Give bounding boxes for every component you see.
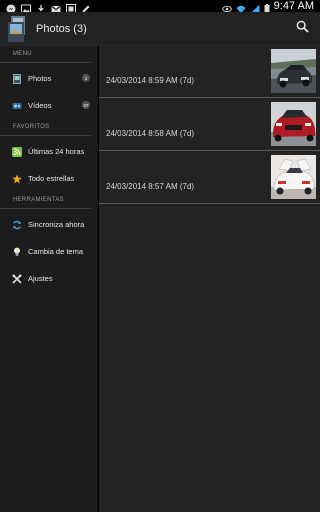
section-header-favoritos: FAVORITOS [0, 119, 91, 136]
gmail-icon [51, 1, 61, 13]
drawer-item-label: Sincroniza ahora [28, 220, 85, 229]
list-item[interactable]: 24/03/2014 8:59 AM (7d) [99, 46, 320, 98]
drawer-item-label: Vídeos [28, 101, 52, 110]
count-badge: 1 [82, 74, 90, 82]
drawer-item-settings[interactable]: Ajustes [0, 265, 97, 292]
section-header-herramientas: HERRAMIENTAS [0, 192, 91, 209]
search-icon [296, 20, 309, 38]
messenger-icon [6, 1, 16, 14]
drawer-item-photos[interactable]: Photos 1 [0, 65, 97, 92]
sync-icon [12, 220, 22, 230]
videos-icon [12, 101, 22, 111]
photo-date: 24/03/2014 8:57 AM (7d) [106, 182, 195, 191]
photos-icon [12, 73, 22, 84]
image-icon [21, 1, 31, 14]
drawer-item-label: Últimas 24 horas [28, 147, 85, 156]
gallery-icon [66, 1, 76, 14]
app-icon[interactable] [8, 15, 28, 42]
section-header-menu: MENU [0, 46, 91, 63]
tools-icon [12, 273, 22, 284]
lightbulb-icon [12, 247, 22, 257]
drawer-item-all-starred[interactable]: Todo estrellas [0, 165, 97, 192]
drawer-item-label: Photos [28, 74, 52, 83]
navigation-drawer: MENU Photos 1 Vídeos 27 FAVORITOS Última… [0, 46, 98, 512]
drawer-item-sync-now[interactable]: Sincroniza ahora [0, 211, 97, 238]
car-red-thumbnail[interactable] [271, 102, 316, 146]
drawer-item-label: Cambia de tema [28, 247, 84, 256]
drawer-item-label: Ajustes [28, 274, 53, 283]
list-item[interactable]: 24/03/2014 8:58 AM (7d) [99, 99, 320, 151]
drawer-item-change-theme[interactable]: Cambia de tema [0, 238, 97, 265]
action-bar: Photos (3) [0, 12, 320, 46]
wifi-icon [236, 1, 246, 14]
rss-icon [12, 146, 22, 157]
battery-icon [264, 1, 270, 14]
drawer-item-last-24-hours[interactable]: Últimas 24 horas [0, 138, 97, 165]
drawer-item-label: Todo estrellas [28, 174, 75, 183]
car-white-thumbnail[interactable] [271, 155, 316, 199]
clock: 9:47 AM [273, 0, 314, 12]
signal-icon [250, 1, 260, 14]
list-item[interactable]: 24/03/2014 8:57 AM (7d) [99, 152, 320, 204]
eye-icon [221, 1, 232, 13]
photo-list: 24/03/2014 8:59 AM (7d) 24/03/2014 8:58 … [99, 46, 320, 512]
count-badge: 27 [82, 101, 90, 109]
drawer-item-videos[interactable]: Vídeos 27 [0, 92, 97, 119]
search-button[interactable] [294, 20, 310, 38]
car-gray-thumbnail[interactable] [271, 49, 316, 93]
status-bar: 9:47 AM [0, 0, 320, 14]
star-icon [12, 174, 22, 184]
photo-date: 24/03/2014 8:59 AM (7d) [106, 76, 195, 85]
page-title: Photos (3) [36, 22, 87, 35]
photo-date: 24/03/2014 8:58 AM (7d) [106, 129, 195, 138]
download-icon [36, 1, 46, 14]
pen-icon [81, 1, 91, 13]
